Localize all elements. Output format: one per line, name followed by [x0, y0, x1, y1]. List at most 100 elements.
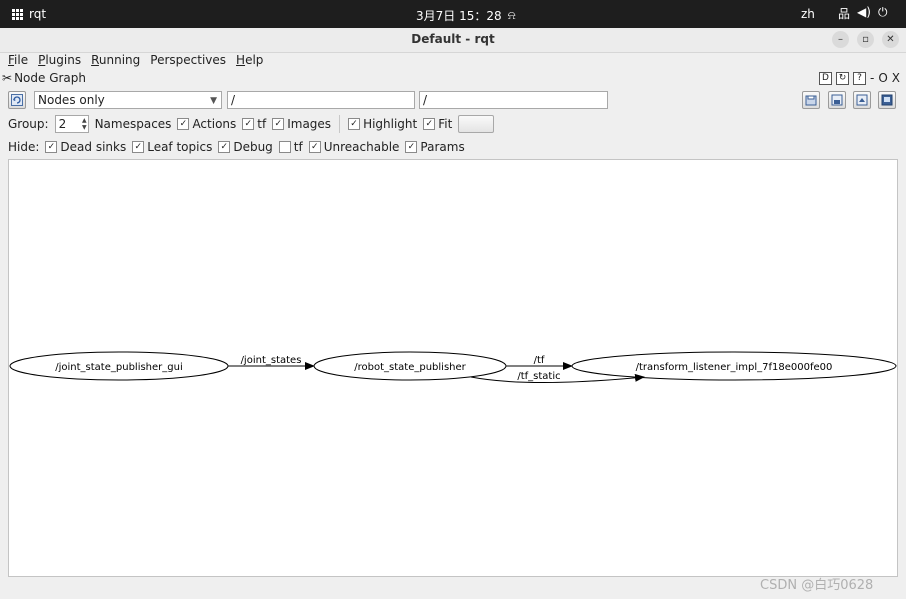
graph-mode-value: Nodes only	[38, 93, 105, 107]
float-plugin-button[interactable]: O	[878, 71, 887, 85]
activities-button[interactable]: rqt	[12, 7, 46, 21]
checkmark-icon: ✓	[348, 118, 361, 130]
close-window-button[interactable]: ✕	[882, 31, 899, 48]
checkmark-icon: ✓	[132, 141, 145, 153]
dead-sinks-checkbox[interactable]: ✓ Dead sinks	[45, 140, 126, 154]
plugin-name: Node Graph	[14, 71, 87, 85]
menu-help[interactable]: Help	[236, 52, 263, 70]
menu-bar: File Plugins Running Perspectives Help	[0, 52, 906, 70]
system-top-bar: rqt 3月7日 15：28 ⍾ zh 品 ◀) ⏻	[0, 0, 906, 28]
leaf-topics-label: Leaf topics	[147, 140, 213, 154]
save-image-button[interactable]	[878, 91, 896, 109]
menu-plugins[interactable]: Plugins	[38, 52, 81, 70]
watermark: CSDN @白巧0628	[760, 578, 874, 593]
group-label: Group:	[8, 117, 49, 131]
checkmark-icon: ✓	[423, 118, 436, 130]
tools-icon: ✂	[2, 71, 13, 85]
actions-label: Actions	[192, 117, 237, 131]
tf-checkbox[interactable]: ✓ tf	[242, 117, 266, 131]
checkmark-icon: ✓	[308, 141, 321, 153]
node-graph-svg: /joint_state_publisher_gui /robot_state_…	[9, 351, 897, 383]
checkmark-icon: ✓	[218, 141, 231, 153]
separator	[339, 115, 341, 133]
window-title: Default - rqt	[411, 32, 495, 46]
refresh-graph-button[interactable]	[8, 91, 26, 109]
save-dot-icon	[831, 94, 843, 106]
input-language-indicator[interactable]: zh	[801, 7, 815, 21]
fit-checkbox[interactable]: ✓ Fit	[423, 117, 452, 131]
graph-node-label: /joint_state_publisher_gui	[55, 362, 183, 373]
spin-arrows-icon[interactable]: ▲ ▼	[82, 117, 87, 131]
chevron-down-icon: ▼	[210, 96, 217, 106]
close-plugin-button[interactable]: X	[892, 71, 900, 85]
fit-in-view-button[interactable]	[458, 115, 495, 133]
clock[interactable]: 3月7日 15：28 ⍾	[416, 7, 516, 24]
graph-options-row: Group: 2 ▲ ▼ Namespaces ✓ Actions ✓ tf ✓ Ima…	[8, 114, 495, 134]
hide-options-row: Hide: ✓ Dead sinks ✓ Leaf topics ✓ Debug tf…	[8, 138, 465, 156]
graph-canvas[interactable]: /joint_state_publisher_gui /robot_state_…	[8, 159, 898, 577]
node-filter-input[interactable]: /	[227, 91, 415, 109]
fit-label: Fit	[438, 117, 453, 131]
checkmark-icon: ✓	[177, 118, 190, 130]
group-value: 2	[58, 117, 67, 131]
hide-tf-checkbox[interactable]: tf	[278, 140, 303, 154]
unreachable-checkbox[interactable]: ✓ Unreachable	[308, 140, 400, 154]
clock-text: 3月7日 15：28	[416, 9, 502, 23]
graph-edge-label: /tf_static	[517, 371, 560, 382]
params-label: Params	[420, 140, 465, 154]
help-plugin-icon[interactable]: ?	[852, 71, 866, 85]
tf-label: tf	[257, 117, 267, 131]
app-grid-icon	[12, 8, 23, 20]
topic-filter-input[interactable]: /	[419, 91, 608, 109]
activities-label: rqt	[29, 7, 47, 21]
graph-mode-select[interactable]: Nodes only ▼	[34, 91, 222, 109]
save-image-icon	[881, 94, 893, 106]
graph-node-label: /transform_listener_impl_7f18e000fe00	[636, 362, 833, 373]
graph-node-label: /robot_state_publisher	[354, 362, 466, 373]
network-icon: 品	[838, 7, 851, 21]
plugin-header: ✂ Node Graph D ↻ ? - O X	[0, 71, 906, 87]
load-dot-button[interactable]	[802, 91, 820, 109]
power-icon: ⏻	[877, 5, 888, 19]
graph-toolbar: Nodes only ▼ / /	[8, 90, 898, 111]
alarm-bell-icon: ⍾	[507, 8, 516, 22]
leaf-topics-checkbox[interactable]: ✓ Leaf topics	[132, 140, 212, 154]
save-svg-button[interactable]	[853, 91, 871, 109]
debug-checkbox[interactable]: ✓ Debug	[218, 140, 273, 154]
params-checkbox[interactable]: ✓ Params	[405, 140, 465, 154]
checkmark-icon: ✓	[272, 118, 285, 130]
namespaces-label: Namespaces	[94, 117, 172, 131]
volume-icon: ◀)	[857, 5, 871, 19]
minimize-plugin-button[interactable]: -	[870, 71, 874, 85]
hide-label: Hide:	[8, 140, 40, 154]
graph-edge-label: /joint_states	[241, 355, 302, 366]
highlight-checkbox[interactable]: ✓ Highlight	[348, 117, 417, 131]
menu-perspectives[interactable]: Perspectives	[150, 52, 226, 70]
save-dot-button[interactable]	[828, 91, 846, 109]
load-file-icon	[805, 95, 817, 106]
save-svg-icon	[856, 94, 868, 106]
minimize-window-button[interactable]: –	[832, 31, 849, 48]
unreachable-label: Unreachable	[323, 140, 400, 154]
images-checkbox[interactable]: ✓ Images	[272, 117, 331, 131]
unchecked-box-icon	[278, 141, 291, 153]
reload-plugin-icon[interactable]: ↻	[835, 71, 849, 85]
menu-file[interactable]: File	[8, 52, 28, 70]
dock-toggle-button[interactable]: D	[818, 71, 832, 85]
actions-checkbox[interactable]: ✓ Actions	[177, 117, 236, 131]
checkmark-icon: ✓	[45, 141, 58, 153]
menu-running[interactable]: Running	[91, 52, 140, 70]
images-label: Images	[287, 117, 332, 131]
checkmark-icon: ✓	[405, 141, 418, 153]
system-tray[interactable]: 品 ◀) ⏻	[838, 5, 887, 22]
plugin-title: ✂ Node Graph	[2, 71, 86, 85]
highlight-label: Highlight	[363, 117, 418, 131]
debug-label: Debug	[233, 140, 273, 154]
maximize-window-button[interactable]: ▫	[857, 31, 874, 48]
window-titlebar: Default - rqt – ▫ ✕	[0, 28, 906, 53]
graph-edge-label: /tf	[534, 355, 545, 366]
plugin-controls: D ↻ ? - O X	[818, 71, 900, 85]
refresh-icon	[11, 94, 23, 106]
group-spinbox[interactable]: 2 ▲ ▼	[54, 115, 89, 133]
hide-tf-label: tf	[293, 140, 303, 154]
